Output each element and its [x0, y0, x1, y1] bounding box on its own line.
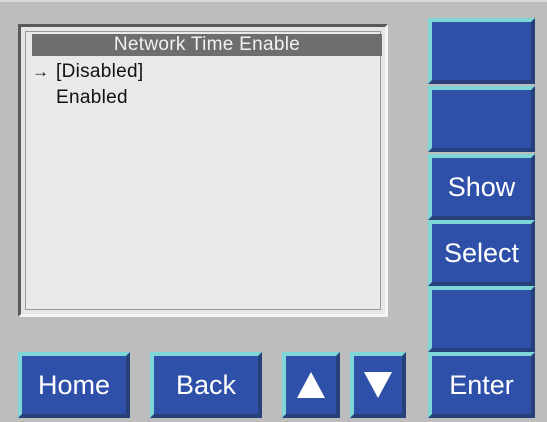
back-button[interactable]: Back	[150, 352, 262, 418]
menu-title: Network Time Enable	[32, 34, 382, 56]
home-button-label: Home	[37, 369, 111, 400]
up-arrow-icon	[297, 372, 325, 398]
side-button-5[interactable]	[428, 286, 535, 352]
lcd-screen: Network Time Enable → [Disabled] Enabled	[18, 24, 388, 317]
select-button[interactable]: Select	[428, 220, 535, 286]
enter-button-label: Enter	[449, 369, 514, 400]
device-panel: Network Time Enable → [Disabled] Enabled…	[0, 0, 547, 422]
enter-button[interactable]: Enter	[428, 352, 535, 418]
menu-option-disabled[interactable]: [Disabled]	[56, 60, 144, 84]
back-button-label: Back	[175, 369, 237, 400]
selection-arrow-icon: →	[32, 62, 49, 81]
down-arrow-icon	[364, 372, 392, 398]
show-button-label: Show	[447, 171, 516, 202]
home-button[interactable]: Home	[18, 352, 130, 418]
side-button-2[interactable]	[428, 86, 535, 152]
select-button-label: Select	[443, 237, 520, 268]
lcd-screen-inner: Network Time Enable → [Disabled] Enabled	[25, 31, 382, 310]
down-button[interactable]	[350, 352, 406, 418]
menu-option-enabled[interactable]: Enabled	[56, 86, 128, 110]
side-button-1[interactable]	[428, 18, 535, 84]
show-button[interactable]: Show	[428, 154, 535, 220]
up-button[interactable]	[282, 352, 340, 418]
